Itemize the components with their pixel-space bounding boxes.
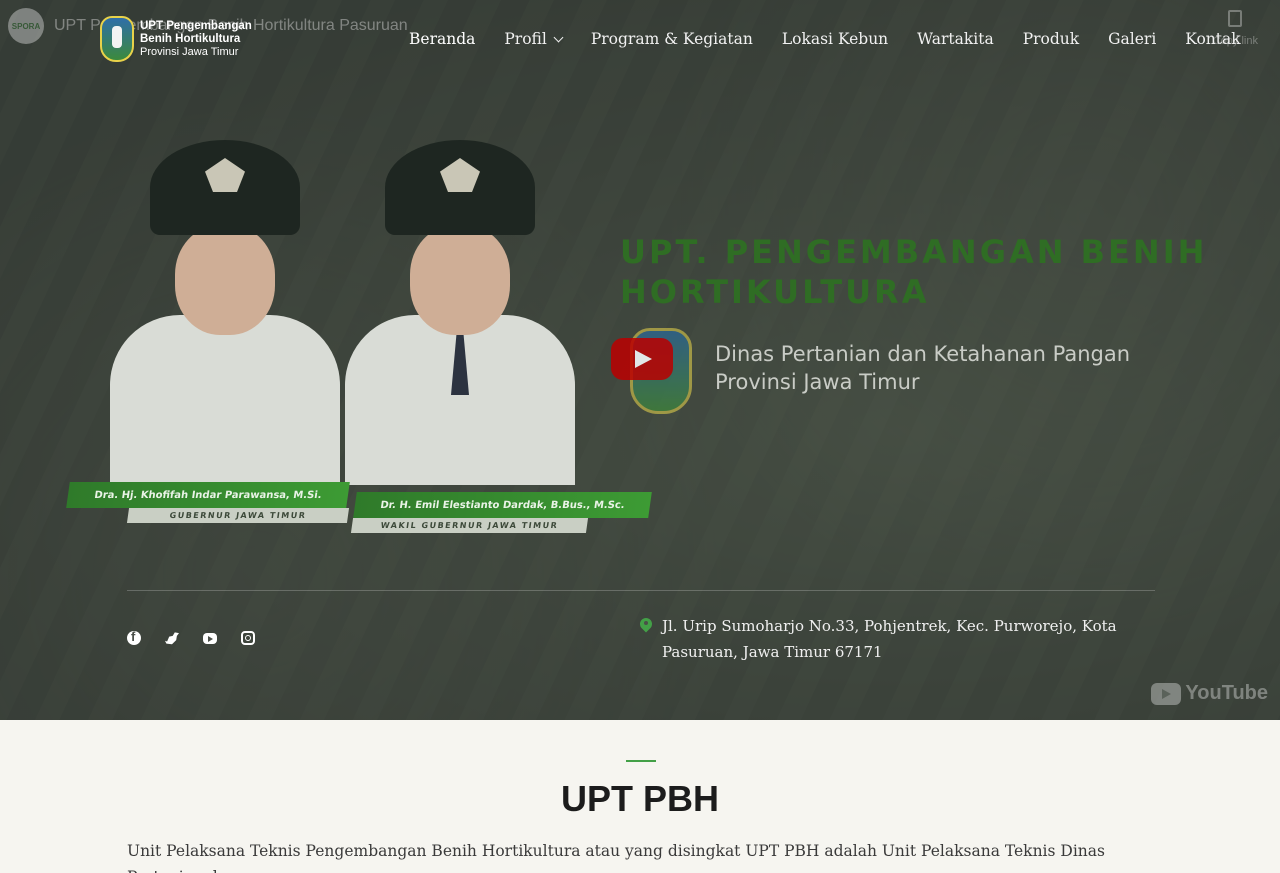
youtube-play-icon (1151, 682, 1182, 705)
channel-avatar[interactable]: SPORA (8, 8, 44, 44)
governor-figures (110, 135, 580, 485)
chevron-down-icon (553, 32, 564, 42)
person1-name: Dra. Hj. Khofifah Indar Parawansa, M.Si. (66, 482, 350, 508)
main-nav: Beranda Profil Program & Kegiatan Lokasi… (409, 30, 1241, 48)
instagram-icon[interactable] (241, 631, 255, 645)
social-links (127, 629, 255, 645)
divider (127, 590, 1155, 591)
video-subtitle-line2: Provinsi Jawa Timur (715, 370, 920, 394)
nav-profil[interactable]: Profil (504, 30, 564, 48)
video-heading-line2: HORTIKULTURA (620, 273, 930, 311)
youtube-icon[interactable] (203, 633, 217, 644)
governor-figure (110, 140, 340, 485)
play-button-icon[interactable] (611, 338, 673, 380)
youtube-logo-text: YouTube (1185, 682, 1268, 704)
logo-line1: UPT Pengembangan (140, 19, 252, 32)
youtube-logo[interactable]: YouTube (1151, 682, 1268, 705)
logo-line3: Provinsi Jawa Timur (140, 45, 239, 58)
person2-role: WAKIL GUBERNUR JAWA TIMUR (350, 518, 589, 533)
person1-role: GUBERNUR JAWA TIMUR (126, 508, 350, 523)
vice-governor-figure (345, 140, 575, 485)
province-emblem-icon (100, 16, 134, 62)
section-accent-line (626, 760, 656, 762)
nav-beranda[interactable]: Beranda (409, 30, 475, 48)
video-heading-line1: UPT. PENGEMBANGAN BENIH (620, 233, 1208, 271)
twitter-icon[interactable] (165, 632, 179, 645)
address-block: Jl. Urip Sumoharjo No.33, Pohjentrek, Ke… (640, 613, 1152, 665)
hero-video[interactable]: Dra. Hj. Khofifah Indar Parawansa, M.Si.… (0, 0, 1280, 720)
nav-wartakita[interactable]: Wartakita (917, 30, 994, 48)
video-subtitle: Dinas Pertanian dan Ketahanan Pangan Pro… (715, 340, 1130, 396)
nav-program-kegiatan[interactable]: Program & Kegiatan (591, 30, 753, 48)
nav-kontak[interactable]: Kontak (1185, 30, 1240, 48)
section-body: Unit Pelaksana Teknis Pengembangan Benih… (127, 842, 1105, 873)
nav-produk[interactable]: Produk (1023, 30, 1079, 48)
section-title: UPT PBH (560, 778, 719, 819)
nav-profil-label: Profil (504, 30, 547, 48)
video-heading: UPT. PENGEMBANGAN BENIH HORTIKULTURA (620, 232, 1207, 312)
person2-name: Dr. H. Emil Elestianto Dardak, B.Bus., M… (353, 492, 652, 518)
map-pin-icon (640, 618, 652, 634)
video-subtitle-line1: Dinas Pertanian dan Ketahanan Pangan (715, 342, 1131, 366)
facebook-icon[interactable] (127, 629, 141, 645)
site-logo[interactable]: UPT Pengembangan Benih Hortikultura Prov… (100, 16, 252, 62)
logo-line2: Benih Hortikultura (140, 32, 241, 45)
address-text: Jl. Urip Sumoharjo No.33, Pohjentrek, Ke… (662, 617, 1117, 661)
nav-lokasi-kebun[interactable]: Lokasi Kebun (782, 30, 888, 48)
nav-galeri[interactable]: Galeri (1108, 30, 1156, 48)
copy-icon (1228, 10, 1243, 27)
